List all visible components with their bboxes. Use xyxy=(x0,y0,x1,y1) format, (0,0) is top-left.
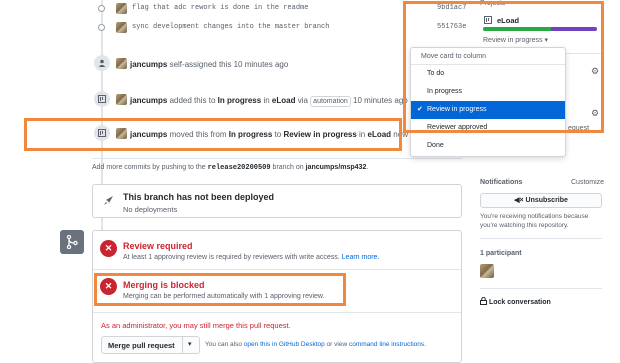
deploy-subtitle: No deployments xyxy=(123,205,178,214)
deploy-title: This branch has not been deployed xyxy=(123,192,275,202)
merge-button[interactable]: Merge pull request xyxy=(108,341,175,350)
merge-status-icon xyxy=(60,230,84,254)
caret-down-icon[interactable]: ▾ xyxy=(188,340,192,348)
avatar xyxy=(116,22,127,33)
event-text: self-assigned this 10 minutes ago xyxy=(169,60,289,69)
divider xyxy=(480,238,602,239)
avatar xyxy=(116,3,127,14)
push-hint-text: . xyxy=(366,164,369,171)
divider xyxy=(93,269,461,270)
commit-message[interactable]: flag that adc rework is done in the read… xyxy=(132,4,308,12)
deployment-box: This branch has not been deployed No dep… xyxy=(92,184,462,218)
event-time: 10 minutes ago xyxy=(353,96,408,105)
automation-tag: automation xyxy=(310,96,351,107)
merge-button-group: Merge pull request ▾ xyxy=(101,336,200,354)
commit-dot-icon xyxy=(98,5,105,12)
review-text-body: At least 1 approving review is required … xyxy=(123,254,340,261)
event-column: In progress xyxy=(217,96,262,105)
event-user[interactable]: jancumps xyxy=(130,60,167,69)
commit-dot-icon xyxy=(98,24,105,31)
unsubscribe-label: Unsubscribe xyxy=(525,197,568,204)
x-circle-icon: ✕ xyxy=(100,240,117,257)
cli-link[interactable]: command line instructions xyxy=(349,341,424,348)
push-hint-text: Add more commits by pushing to the xyxy=(92,164,206,171)
review-title: Review required xyxy=(123,241,193,251)
push-hint-text: branch on xyxy=(272,164,304,171)
unsubscribe-button[interactable]: ◀× Unsubscribe xyxy=(480,193,602,208)
person-icon xyxy=(94,55,110,71)
customize-link[interactable]: Customize xyxy=(571,179,604,186)
divider xyxy=(92,158,462,159)
repo-name[interactable]: jancumps/msp432 xyxy=(306,164,367,171)
participant-avatar[interactable] xyxy=(480,264,494,278)
rocket-icon xyxy=(104,196,113,205)
notify-text: You're receiving notifications because y… xyxy=(480,213,589,229)
divider xyxy=(182,337,183,353)
project-icon xyxy=(94,91,110,107)
merge-alt-text: You can also open this in GitHub Desktop… xyxy=(205,341,426,348)
participants-label: 1 participant xyxy=(480,250,522,257)
lock-label: Lock conversation xyxy=(488,299,551,306)
event-user[interactable]: jancumps xyxy=(130,96,167,105)
event-project[interactable]: eLoad xyxy=(272,96,296,105)
merge-alt-or: or view xyxy=(326,341,348,348)
timeline-event: jancumps self-assigned this 10 minutes a… xyxy=(116,58,288,69)
highlight-moved-event xyxy=(24,118,402,151)
avatar xyxy=(116,58,127,69)
highlight-merging-blocked xyxy=(94,273,346,306)
learn-more-link[interactable]: Learn more. xyxy=(342,254,380,261)
timeline-event: jancumps added this to In progress in eL… xyxy=(116,94,408,107)
notifications-label: Notifications xyxy=(480,179,523,186)
divider xyxy=(480,288,602,289)
merge-alt-suffix: . xyxy=(424,341,426,348)
push-hint: Add more commits by pushing to the relea… xyxy=(92,164,368,172)
merge-alt-prefix: You can also xyxy=(205,341,242,348)
lock-conversation[interactable]: Lock conversation xyxy=(480,296,551,306)
lock-icon xyxy=(480,296,487,305)
highlight-project-menu xyxy=(403,1,604,133)
divider xyxy=(93,312,461,313)
branch-name[interactable]: release20200509 xyxy=(208,164,271,172)
event-text: added this to xyxy=(169,96,216,105)
menu-item-done[interactable]: Done xyxy=(411,137,565,155)
avatar xyxy=(116,94,127,105)
event-text: via xyxy=(297,96,308,105)
review-text: At least 1 approving review is required … xyxy=(123,254,379,261)
desktop-link[interactable]: open this in GitHub Desktop xyxy=(244,341,325,348)
admin-note: As an administrator, you may still merge… xyxy=(101,321,291,330)
commit-message[interactable]: sync development changes into the master… xyxy=(132,23,329,31)
mute-icon: ◀× xyxy=(514,197,524,204)
event-text: in xyxy=(263,96,270,105)
